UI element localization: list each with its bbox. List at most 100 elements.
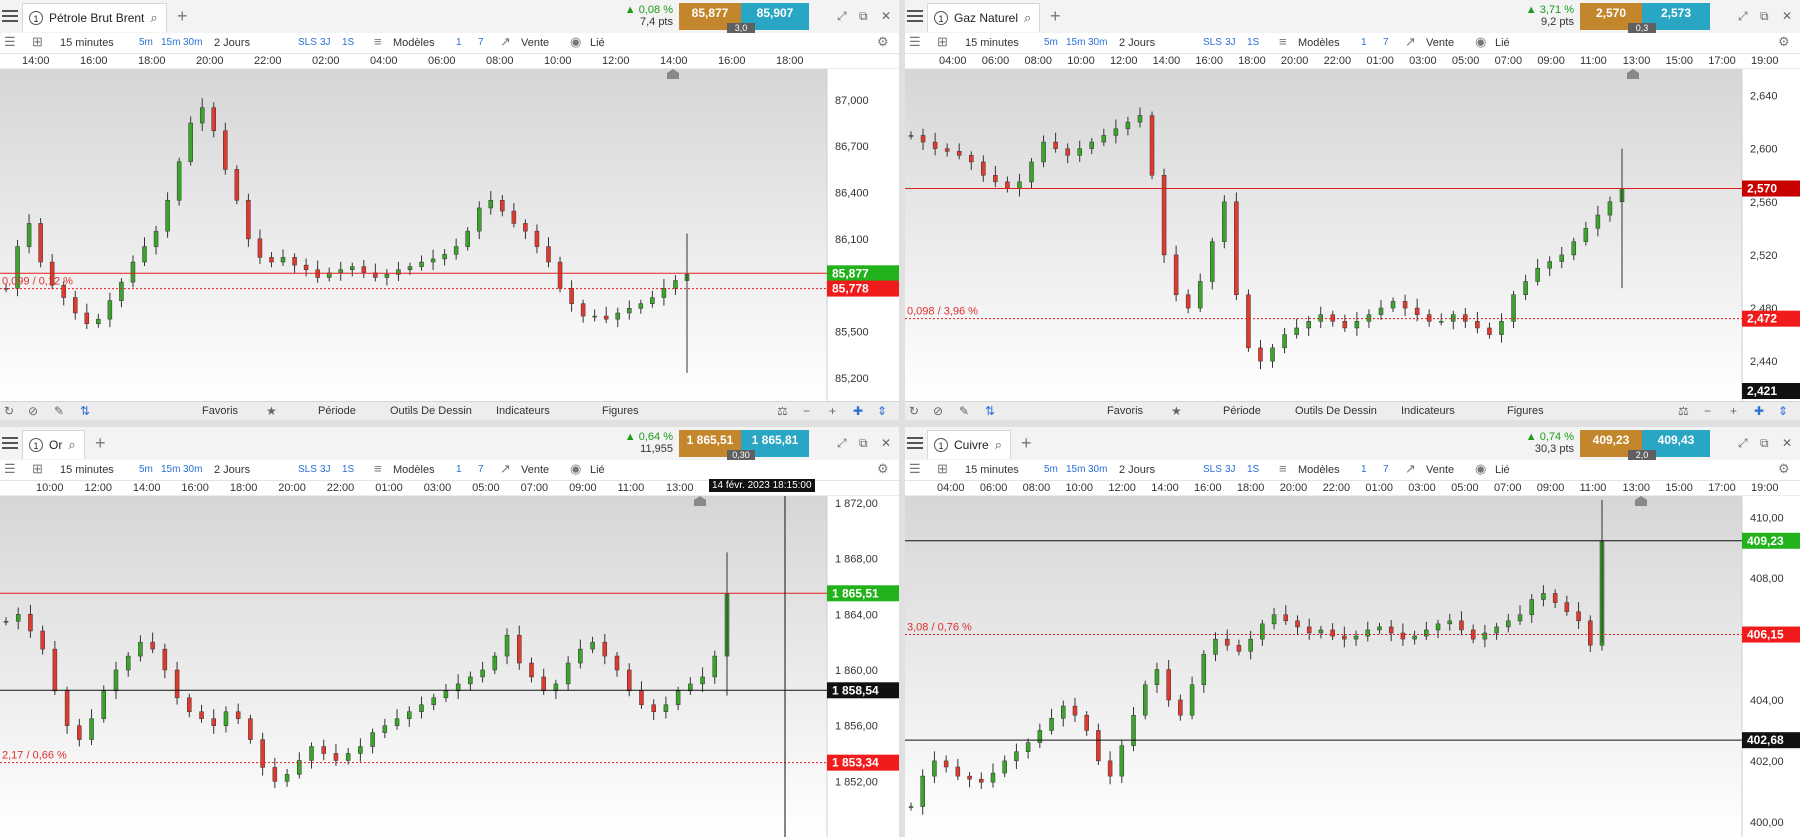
range-button-SLS[interactable]: SLS (1203, 37, 1222, 49)
models-slot-7[interactable]: 7 (1383, 464, 1389, 476)
refresh-icon[interactable]: ↻ (909, 404, 919, 418)
add-tab-icon[interactable]: + (95, 434, 106, 452)
instrument-tab[interactable]: 1 Pétrole Brut Brent ⌕ (22, 3, 167, 32)
add-tab-icon[interactable]: + (1050, 7, 1061, 25)
expand-icon[interactable]: ⤢ (837, 437, 847, 449)
timeframe-select[interactable]: 15 minutes (965, 37, 1019, 49)
range-select[interactable]: 2 Jours (1119, 37, 1155, 49)
add-tab-icon[interactable]: + (1021, 434, 1032, 452)
vertical-arrows-icon[interactable]: ⇕ (1778, 404, 1788, 418)
crosshair-icon[interactable]: ✚ (853, 404, 863, 418)
block-icon[interactable]: ⊘ (933, 404, 943, 418)
hamburger-menu-icon[interactable] (2, 8, 18, 24)
star-icon[interactable]: ★ (266, 404, 277, 418)
sale-button[interactable]: Vente (521, 37, 549, 49)
search-icon[interactable]: ⌕ (68, 437, 75, 453)
price-chart[interactable]: 1 872,00 1 868,00 1 864,00 1 860,00 1 856,00… (0, 496, 899, 837)
instrument-tab[interactable]: 1 Or ⌕ (22, 430, 85, 459)
timeframe-select[interactable]: 15 minutes (965, 464, 1019, 476)
list-icon[interactable]: ☰ (909, 462, 921, 475)
expand-icon[interactable]: ⤢ (1738, 437, 1748, 449)
linked-button[interactable]: Lié (1495, 464, 1510, 476)
layout-grid-icon[interactable]: ⊞ (32, 462, 43, 475)
range-select[interactable]: 2 Jours (214, 464, 250, 476)
search-icon[interactable]: ⌕ (995, 437, 1002, 453)
zoom-in-icon[interactable]: + (1730, 404, 1737, 418)
period-button-15m[interactable]: 15m (1066, 464, 1085, 476)
bottom-tool-4[interactable]: Figures (1507, 405, 1544, 417)
range-button-3J[interactable]: 3J (1225, 464, 1236, 476)
hamburger-menu-icon[interactable] (907, 435, 923, 451)
sale-button[interactable]: Vente (521, 464, 549, 476)
period-button-15m[interactable]: 15m (161, 37, 180, 49)
period-button-30m[interactable]: 30m (183, 37, 202, 49)
settings-gear-icon[interactable]: ⚙ (877, 35, 889, 48)
vertical-splitter[interactable] (899, 0, 905, 837)
range-select[interactable]: 2 Jours (1119, 464, 1155, 476)
block-icon[interactable]: ⊘ (28, 404, 38, 418)
horizontal-splitter[interactable] (0, 420, 1800, 427)
bottom-tool-0[interactable]: Favoris (202, 405, 238, 417)
linked-button[interactable]: Lié (590, 464, 605, 476)
bottom-tool-3[interactable]: Indicateurs (496, 405, 550, 417)
pencil-icon[interactable]: ✎ (959, 404, 969, 418)
linked-button[interactable]: Lié (1495, 37, 1510, 49)
bottom-tool-3[interactable]: Indicateurs (1401, 405, 1455, 417)
layout-grid-icon[interactable]: ⊞ (937, 35, 948, 48)
bottom-tool-2[interactable]: Outils De Dessin (390, 405, 472, 417)
search-icon[interactable]: ⌕ (1024, 10, 1031, 26)
maximize-icon[interactable]: ⧉ (1760, 437, 1769, 449)
range-button-3J[interactable]: 3J (1225, 37, 1236, 49)
range-button-3J[interactable]: 3J (320, 37, 331, 49)
price-chart[interactable]: 87,000 86,700 86,400 86,100 85,500 85,200 0,09… (0, 69, 899, 401)
cursor-icon[interactable]: ⇅ (80, 404, 90, 418)
scale-icon[interactable]: ⚖ (1678, 404, 1689, 418)
instrument-tab[interactable]: 1 Cuivre ⌕ (927, 430, 1011, 459)
range-button-SLS[interactable]: SLS (1203, 464, 1222, 476)
layout-grid-icon[interactable]: ⊞ (32, 35, 43, 48)
models-slot-1[interactable]: 1 (456, 464, 462, 476)
pencil-icon[interactable]: ✎ (54, 404, 64, 418)
models-button[interactable]: Modèles (1298, 464, 1340, 476)
models-button[interactable]: Modèles (393, 37, 435, 49)
price-chart[interactable]: 410,00 408,00 404,00 402,00 400,00 3,08 / 0,7… (905, 496, 1800, 837)
period-button-15m[interactable]: 15m (161, 464, 180, 476)
models-slot-7[interactable]: 7 (478, 464, 484, 476)
add-tab-icon[interactable]: + (177, 7, 188, 25)
models-slot-1[interactable]: 1 (456, 37, 462, 49)
search-icon[interactable]: ⌕ (150, 10, 157, 26)
bottom-tool-1[interactable]: Période (318, 405, 356, 417)
maximize-icon[interactable]: ⧉ (859, 437, 868, 449)
period-button-5m[interactable]: 5m (139, 37, 153, 49)
layout-grid-icon[interactable]: ⊞ (937, 462, 948, 475)
range-button-3J[interactable]: 3J (320, 464, 331, 476)
expand-icon[interactable]: ⤢ (837, 10, 847, 22)
settings-gear-icon[interactable]: ⚙ (1778, 35, 1790, 48)
scale-icon[interactable]: ⚖ (777, 404, 788, 418)
bottom-tool-0[interactable]: Favoris (1107, 405, 1143, 417)
close-icon[interactable]: ✕ (1782, 10, 1792, 22)
range-button-1S[interactable]: 1S (1247, 37, 1259, 49)
vertical-arrows-icon[interactable]: ⇕ (877, 404, 887, 418)
period-button-30m[interactable]: 30m (1088, 37, 1107, 49)
hamburger-menu-icon[interactable] (907, 8, 923, 24)
expand-icon[interactable]: ⤢ (1738, 10, 1748, 22)
list-icon[interactable]: ☰ (909, 35, 921, 48)
maximize-icon[interactable]: ⧉ (859, 10, 868, 22)
instrument-tab[interactable]: 1 Gaz Naturel ⌕ (927, 3, 1041, 32)
sale-button[interactable]: Vente (1426, 37, 1454, 49)
range-button-1S[interactable]: 1S (1247, 464, 1259, 476)
models-button[interactable]: Modèles (1298, 37, 1340, 49)
linked-button[interactable]: Lié (590, 37, 605, 49)
range-select[interactable]: 2 Jours (214, 37, 250, 49)
cursor-icon[interactable]: ⇅ (985, 404, 995, 418)
bottom-tool-4[interactable]: Figures (602, 405, 639, 417)
crosshair-icon[interactable]: ✚ (1754, 404, 1764, 418)
price-chart[interactable]: 2,640 2,600 2,560 2,520 2,480 2,440 0,098 / 3,… (905, 69, 1800, 401)
close-icon[interactable]: ✕ (1782, 437, 1792, 449)
models-button[interactable]: Modèles (393, 464, 435, 476)
models-slot-7[interactable]: 7 (1383, 37, 1389, 49)
models-slot-1[interactable]: 1 (1361, 37, 1367, 49)
period-button-5m[interactable]: 5m (1044, 464, 1058, 476)
range-button-1S[interactable]: 1S (342, 37, 354, 49)
